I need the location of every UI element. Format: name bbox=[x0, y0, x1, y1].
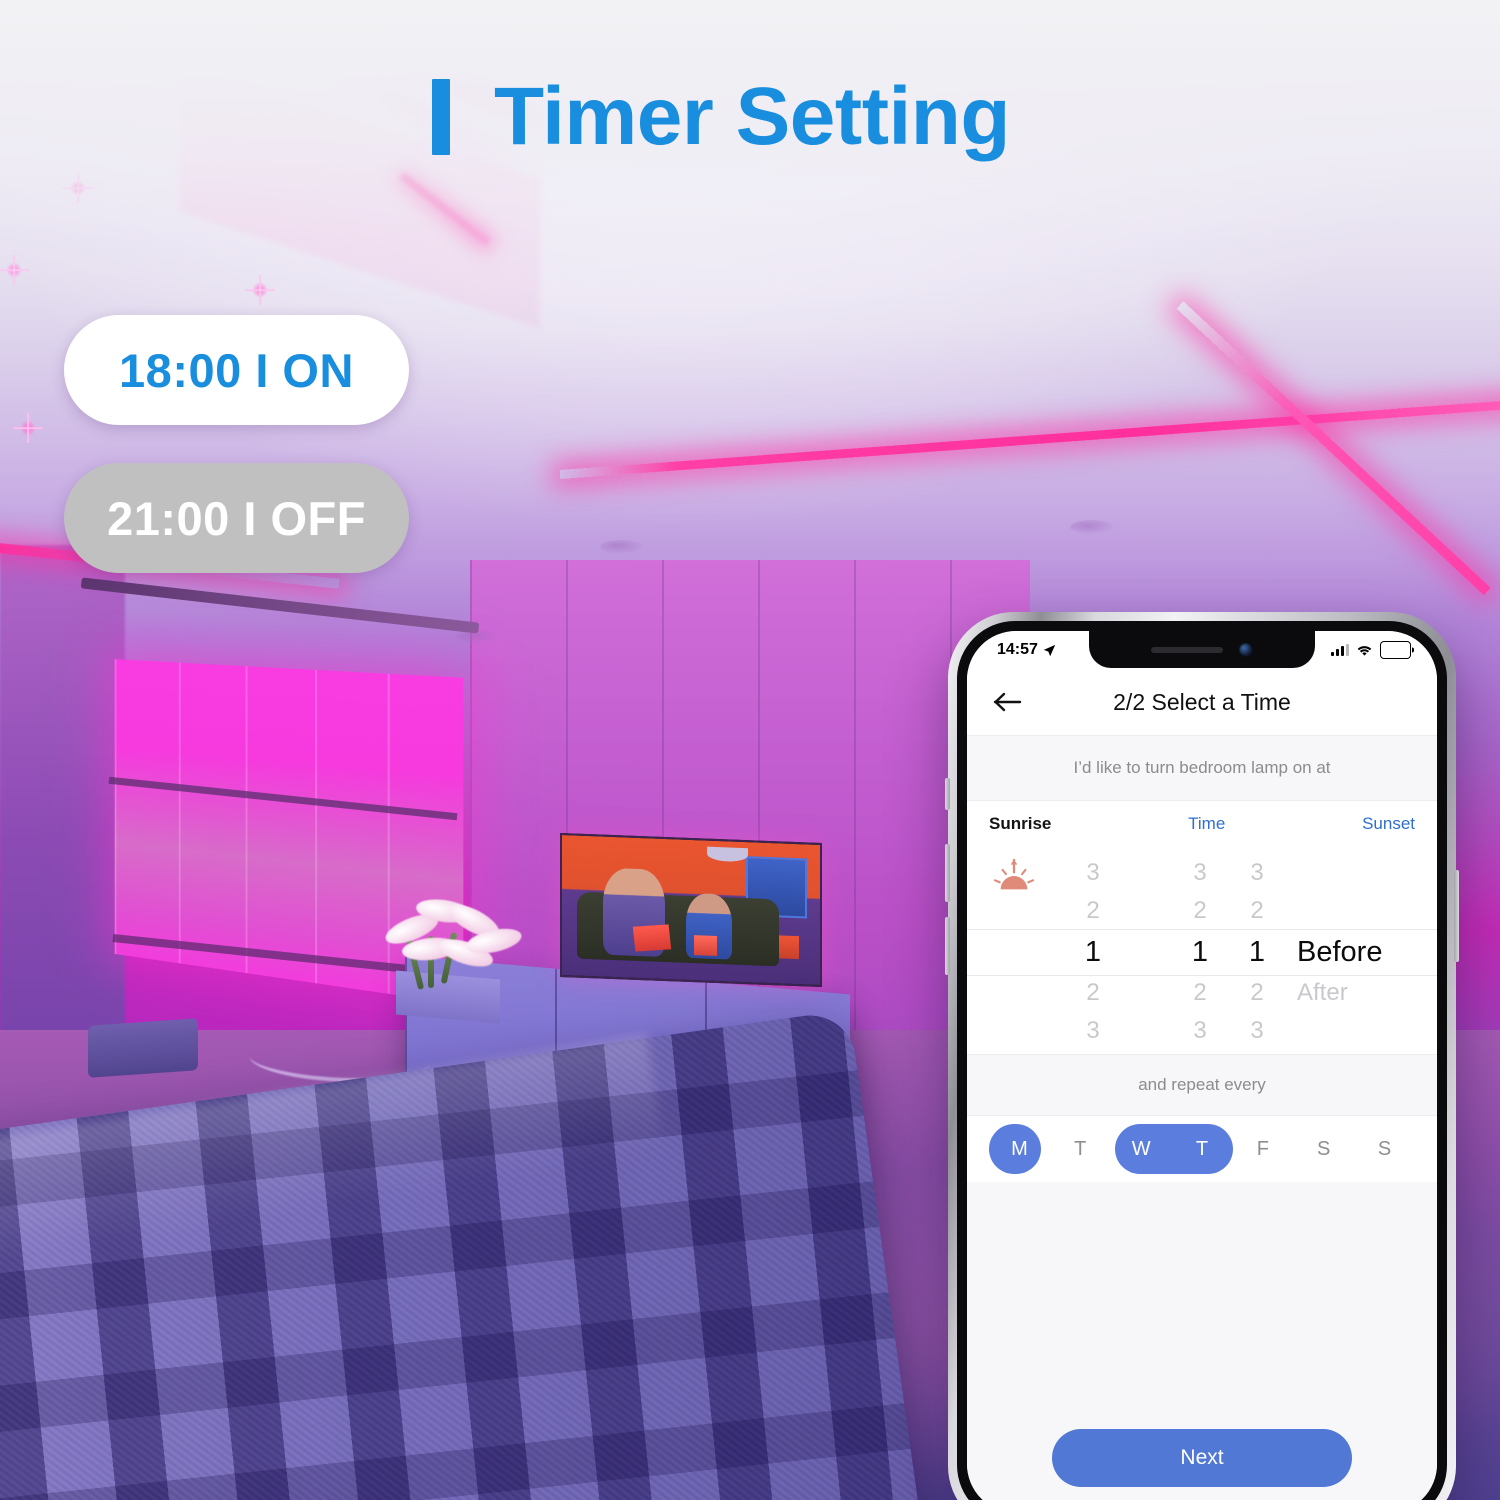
earpiece-speaker-icon bbox=[1151, 647, 1223, 653]
app-header: 2/2 Select a Time bbox=[967, 669, 1437, 736]
tab-sunset[interactable]: Sunset bbox=[1362, 814, 1415, 834]
day-monday[interactable]: M bbox=[989, 1124, 1050, 1174]
timer-badge-off: 21:00 I OFF bbox=[64, 463, 409, 573]
picker-item-selected[interactable]: 1 bbox=[1192, 930, 1208, 974]
smartphone-mockup: 14:57 2/2 Select a Time I’d like to turn… bbox=[948, 612, 1456, 1500]
phone-power-button[interactable] bbox=[1454, 870, 1459, 962]
picker-item[interactable]: 2 bbox=[1193, 892, 1206, 930]
tv-scene-popcorn-small bbox=[694, 935, 717, 955]
picker-item[interactable]: 2 bbox=[1086, 892, 1099, 930]
picker-column-minutes-ones[interactable]: 3 2 1 2 3 bbox=[1229, 849, 1285, 1054]
ceiling-spot bbox=[1070, 520, 1114, 534]
picker-item[interactable]: 3 bbox=[1086, 854, 1099, 892]
location-arrow-icon bbox=[1043, 644, 1056, 657]
tv-scene-lamp bbox=[707, 846, 748, 862]
phone-volume-up-button[interactable] bbox=[945, 844, 950, 902]
tv-screen-content bbox=[562, 835, 820, 985]
promo-card: Timer Setting 18:00 I ON 21:00 I OFF 14:… bbox=[0, 0, 1500, 1500]
signal-bars-icon bbox=[1331, 644, 1349, 656]
phone-mute-switch[interactable] bbox=[945, 778, 950, 810]
picker-item[interactable]: 3 bbox=[1250, 1012, 1263, 1050]
tab-time[interactable]: Time bbox=[1188, 814, 1225, 834]
picker-item-after[interactable]: After bbox=[1297, 974, 1348, 1012]
picker-item[interactable]: 2 bbox=[1250, 892, 1263, 930]
picker-column-minutes-tens[interactable]: 3 2 1 2 3 bbox=[1172, 849, 1228, 1054]
day-wednesday[interactable]: W bbox=[1111, 1124, 1172, 1174]
day-selector: M T W T F S S bbox=[967, 1116, 1437, 1182]
back-arrow-icon[interactable] bbox=[991, 685, 1025, 719]
title-accent-bar bbox=[432, 79, 450, 155]
sparkle-icon bbox=[252, 282, 268, 298]
sparkle-icon bbox=[20, 420, 36, 436]
timer-badge-on: 18:00 I ON bbox=[64, 315, 409, 425]
screen-empty-area bbox=[967, 1182, 1437, 1429]
ceiling-spot bbox=[600, 540, 644, 554]
next-button[interactable]: Next bbox=[1052, 1429, 1352, 1487]
picker-column-hours[interactable]: 3 2 1 2 3 bbox=[1057, 849, 1129, 1054]
page-title-text: Timer Setting bbox=[494, 76, 1010, 158]
next-button-area: Next bbox=[967, 1429, 1437, 1500]
time-offset-picker[interactable]: 3 2 1 2 3 3 2 1 2 3 3 2 1 2 3 Before Aft… bbox=[967, 847, 1437, 1054]
television bbox=[560, 833, 822, 987]
repeat-label: and repeat every bbox=[967, 1054, 1437, 1116]
day-thursday[interactable]: T bbox=[1172, 1124, 1233, 1174]
phone-notch bbox=[1089, 631, 1315, 668]
day-sunday[interactable]: S bbox=[1354, 1124, 1415, 1174]
sparkle-icon bbox=[6, 262, 22, 278]
day-friday[interactable]: F bbox=[1232, 1124, 1293, 1174]
picker-column-before-after[interactable]: Before After bbox=[1297, 849, 1417, 1054]
app-header-title: 2/2 Select a Time bbox=[967, 689, 1437, 716]
phone-screen: 14:57 2/2 Select a Time I’d like to turn… bbox=[967, 631, 1437, 1500]
picker-item[interactable]: 3 bbox=[1086, 1012, 1099, 1050]
picker-item-before[interactable]: Before bbox=[1297, 930, 1382, 974]
tv-scene-popcorn-large bbox=[633, 924, 672, 952]
flower-bouquet bbox=[368, 888, 518, 998]
wifi-icon bbox=[1356, 644, 1373, 657]
sparkle-icon bbox=[70, 180, 86, 196]
picker-item[interactable]: 3 bbox=[1250, 854, 1263, 892]
picker-item[interactable]: 3 bbox=[1193, 1012, 1206, 1050]
picker-item-selected[interactable]: 1 bbox=[1085, 930, 1101, 974]
picker-item-selected[interactable]: 1 bbox=[1249, 930, 1265, 974]
picker-item[interactable]: 3 bbox=[1193, 854, 1206, 892]
picker-item[interactable]: 2 bbox=[1193, 974, 1206, 1012]
page-title: Timer Setting bbox=[432, 76, 1010, 158]
status-bar-time: 14:57 bbox=[997, 641, 1038, 659]
nightstand-box bbox=[88, 1018, 198, 1078]
day-tuesday[interactable]: T bbox=[1050, 1124, 1111, 1174]
time-mode-tabs: Sunrise Time Sunset bbox=[967, 801, 1437, 847]
day-saturday[interactable]: S bbox=[1293, 1124, 1354, 1174]
tab-sunrise[interactable]: Sunrise bbox=[989, 814, 1051, 834]
front-camera-icon bbox=[1239, 643, 1253, 657]
picker-item[interactable]: 2 bbox=[1250, 974, 1263, 1012]
picker-item[interactable]: 2 bbox=[1086, 974, 1099, 1012]
phone-volume-down-button[interactable] bbox=[945, 917, 950, 975]
battery-icon bbox=[1380, 641, 1411, 659]
prompt-text: I’d like to turn bedroom lamp on at bbox=[967, 736, 1437, 801]
